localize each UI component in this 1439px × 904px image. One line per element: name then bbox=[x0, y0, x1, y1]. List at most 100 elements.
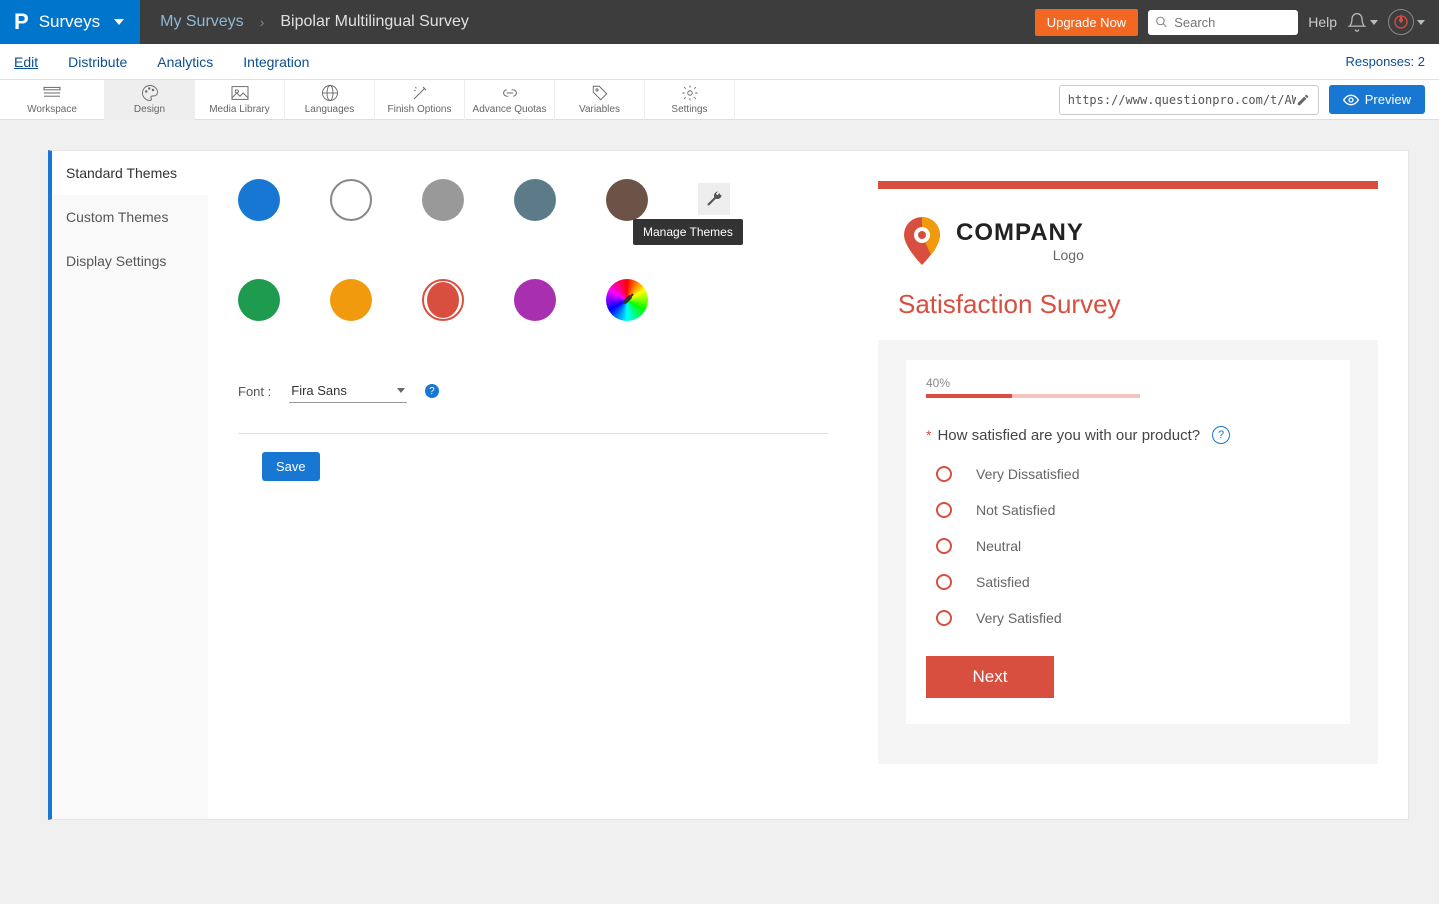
brand-dropdown[interactable]: P Surveys bbox=[0, 0, 140, 44]
tool-workspace-label: Workspace bbox=[27, 104, 77, 115]
question-card: 40% * How satisfied are you with our pro… bbox=[906, 360, 1350, 724]
radio-icon bbox=[936, 574, 952, 590]
help-icon[interactable]: ? bbox=[425, 384, 439, 398]
font-select-value: Fira Sans bbox=[291, 383, 347, 398]
theme-swatch-red-selected[interactable] bbox=[422, 279, 464, 321]
content-card: Standard Themes Custom Themes Display Se… bbox=[48, 150, 1409, 820]
tool-variables[interactable]: Variables bbox=[555, 80, 645, 120]
theme-swatch-blue[interactable] bbox=[238, 179, 280, 221]
radio-icon bbox=[936, 502, 952, 518]
breadcrumb-my-surveys[interactable]: My Surveys bbox=[160, 13, 244, 31]
theme-swatch-purple[interactable] bbox=[514, 279, 556, 321]
save-button[interactable]: Save bbox=[262, 452, 320, 481]
upgrade-button[interactable]: Upgrade Now bbox=[1035, 9, 1139, 36]
progress-bar bbox=[926, 394, 1140, 398]
radio-icon bbox=[936, 466, 952, 482]
breadcrumb: My Surveys › Bipolar Multilingual Survey bbox=[140, 13, 469, 31]
option-row[interactable]: Very Satisfied bbox=[936, 610, 1330, 626]
tool-design[interactable]: Design bbox=[105, 80, 195, 120]
caret-down-icon bbox=[397, 388, 405, 393]
font-select[interactable]: Fira Sans bbox=[289, 379, 407, 403]
option-row[interactable]: Satisfied bbox=[936, 574, 1330, 590]
manage-themes-tooltip: Manage Themes bbox=[633, 219, 743, 245]
tool-languages-label: Languages bbox=[305, 104, 355, 115]
radio-icon bbox=[936, 610, 952, 626]
tool-variables-label: Variables bbox=[579, 104, 620, 115]
eye-icon bbox=[1343, 94, 1359, 106]
chevron-right-icon: › bbox=[260, 14, 265, 30]
question-text: How satisfied are you with our product? bbox=[937, 427, 1200, 444]
preview-button[interactable]: Preview bbox=[1329, 85, 1425, 114]
tool-media-label: Media Library bbox=[209, 104, 270, 115]
theme-panel: Manage Themes Font : Fira Sans ? Sav bbox=[208, 151, 868, 819]
next-button[interactable]: Next bbox=[926, 656, 1054, 698]
toolbar-right: Preview bbox=[1059, 85, 1425, 115]
search-box bbox=[1148, 10, 1298, 35]
tool-finish[interactable]: Finish Options bbox=[375, 80, 465, 120]
responses-count[interactable]: Responses: 2 bbox=[1346, 54, 1426, 69]
notifications-button[interactable] bbox=[1347, 12, 1378, 32]
tag-icon bbox=[591, 84, 609, 102]
user-menu[interactable] bbox=[1388, 9, 1425, 35]
tool-media[interactable]: Media Library bbox=[195, 80, 285, 120]
tool-languages[interactable]: Languages bbox=[285, 80, 375, 120]
manage-themes-button[interactable] bbox=[698, 183, 730, 215]
toolbar: Workspace Design Media Library Languages… bbox=[0, 80, 1439, 120]
caret-down-icon bbox=[1417, 20, 1425, 25]
tool-workspace[interactable]: Workspace bbox=[0, 80, 105, 120]
sidebar-item-standard[interactable]: Standard Themes bbox=[52, 151, 208, 195]
tool-settings[interactable]: Settings bbox=[645, 80, 735, 120]
sidebar-item-display[interactable]: Display Settings bbox=[52, 239, 208, 283]
required-star-icon: * bbox=[926, 427, 931, 443]
options-list: Very Dissatisfied Not Satisfied Neutral … bbox=[926, 466, 1330, 626]
option-row[interactable]: Not Satisfied bbox=[936, 502, 1330, 518]
tab-integration[interactable]: Integration bbox=[243, 54, 309, 70]
sidebar-item-custom[interactable]: Custom Themes bbox=[52, 195, 208, 239]
tool-settings-label: Settings bbox=[671, 104, 707, 115]
theme-swatch-white[interactable] bbox=[330, 179, 372, 221]
tab-analytics[interactable]: Analytics bbox=[157, 54, 213, 70]
tool-quotas[interactable]: Advance Quotas bbox=[465, 80, 555, 120]
logo-pin-icon bbox=[898, 213, 946, 269]
survey-preview-panel: COMPANY Logo Satisfaction Survey 40% * H… bbox=[868, 151, 1408, 819]
theme-swatch-brown[interactable] bbox=[606, 179, 648, 221]
survey-preview-surface: COMPANY Logo Satisfaction Survey 40% * H… bbox=[878, 181, 1378, 764]
company-logo-block: COMPANY Logo bbox=[878, 189, 1378, 281]
company-name: COMPANY bbox=[956, 219, 1084, 247]
option-label: Very Dissatisfied bbox=[976, 466, 1079, 482]
tab-edit[interactable]: Edit bbox=[14, 54, 38, 70]
question-row: * How satisfied are you with our product… bbox=[926, 426, 1330, 444]
question-help-icon[interactable]: ? bbox=[1212, 426, 1230, 444]
brand-logo-icon: P bbox=[14, 9, 29, 35]
globe-icon bbox=[321, 84, 339, 102]
swatch-row-2 bbox=[238, 279, 828, 321]
theme-swatch-orange[interactable] bbox=[330, 279, 372, 321]
option-row[interactable]: Very Dissatisfied bbox=[936, 466, 1330, 482]
survey-title: Satisfaction Survey bbox=[878, 281, 1378, 340]
palette-icon bbox=[140, 84, 160, 102]
image-icon bbox=[230, 84, 250, 102]
theme-swatch-green[interactable] bbox=[238, 279, 280, 321]
help-link[interactable]: Help bbox=[1308, 14, 1337, 30]
theme-swatch-slate[interactable] bbox=[514, 179, 556, 221]
bell-icon bbox=[1347, 12, 1367, 32]
tab-distribute[interactable]: Distribute bbox=[68, 54, 127, 70]
pencil-icon[interactable] bbox=[1296, 93, 1310, 107]
survey-url-input[interactable] bbox=[1068, 93, 1296, 107]
gear-icon bbox=[681, 84, 699, 102]
option-row[interactable]: Neutral bbox=[936, 538, 1330, 554]
link-icon bbox=[500, 84, 520, 102]
option-label: Neutral bbox=[976, 538, 1021, 554]
tool-design-label: Design bbox=[134, 104, 165, 115]
theme-swatch-custom-color[interactable] bbox=[606, 279, 648, 321]
main-tabs: Edit Distribute Analytics Integration Re… bbox=[0, 44, 1439, 80]
eyedropper-icon bbox=[618, 291, 636, 309]
progress-label: 40% bbox=[926, 376, 1330, 390]
company-text: COMPANY Logo bbox=[956, 219, 1084, 263]
theme-swatch-gray[interactable] bbox=[422, 179, 464, 221]
tool-quotas-label: Advance Quotas bbox=[473, 104, 547, 115]
search-input[interactable] bbox=[1148, 10, 1298, 35]
font-label: Font : bbox=[238, 384, 271, 399]
font-row: Font : Fira Sans ? bbox=[238, 379, 828, 403]
progress-fill bbox=[926, 394, 1012, 398]
